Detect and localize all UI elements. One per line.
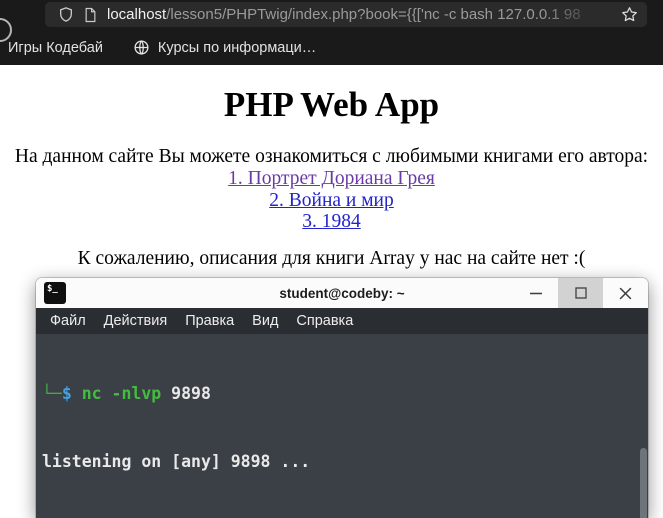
- bookmarks-bar: Игры Кодебай Курсы по информаци…: [0, 30, 663, 65]
- no-description-message: К сожалению, описания для книги Array у …: [77, 247, 586, 269]
- bookmark-label: Курсы по информаци…: [157, 39, 317, 56]
- menu-edit[interactable]: Правка: [176, 313, 243, 329]
- prompt-symbol: $: [61, 384, 72, 403]
- book-links: 1. Портрет Дориана Грея 2. Война и мир 3…: [0, 168, 663, 233]
- terminal-output-area[interactable]: └─$ nc -nlvp 9898 listening on [any] 989…: [36, 334, 648, 518]
- minimize-icon: [529, 292, 542, 295]
- bookmark-item-games[interactable]: Игры Кодебай: [8, 40, 103, 56]
- close-button[interactable]: [603, 278, 648, 308]
- page-title: PHP Web App: [223, 85, 440, 124]
- terminal-scrollbar-thumb[interactable]: [640, 448, 647, 518]
- minimize-button[interactable]: [513, 278, 558, 308]
- terminal-prompt-line: └─$ nc -nlvp 9898: [42, 383, 648, 406]
- book-link-3[interactable]: 3. 1984: [0, 211, 663, 233]
- url-path: /lesson5/PHPTwig/index.php?book={{['nc -…: [166, 6, 581, 23]
- close-icon: [619, 287, 632, 299]
- terminal-line: listening on [any] 9898 ...: [42, 451, 311, 471]
- menu-actions[interactable]: Действия: [95, 313, 177, 329]
- maximize-icon: [574, 287, 587, 299]
- page-info-icon[interactable]: [84, 7, 97, 23]
- bookmark-label: Игры Кодебай: [8, 39, 103, 56]
- menu-file[interactable]: Файл: [41, 313, 95, 329]
- maximize-button[interactable]: [558, 278, 603, 308]
- book-link-1[interactable]: 1. Портрет Дориана Грея: [0, 168, 663, 190]
- prompt-arg: 9898: [161, 384, 211, 403]
- prompt-frame: └─: [42, 384, 62, 403]
- terminal-window: $_ student@codeby: ~ Файл Действия Правк…: [36, 278, 648, 518]
- prompt-command: nc -nlvp: [71, 384, 162, 403]
- window-controls: [513, 278, 648, 308]
- globe-icon: [134, 40, 149, 55]
- bookmark-item-courses[interactable]: Курсы по информаци…: [133, 39, 316, 56]
- terminal-menubar: Файл Действия Правка Вид Справка: [36, 308, 648, 334]
- menu-view[interactable]: Вид: [243, 313, 287, 329]
- url-host: localhost: [107, 6, 167, 23]
- browser-chrome: localhost/lesson5/PHPTwig/index.php?book…: [0, 0, 663, 65]
- address-bar[interactable]: localhost/lesson5/PHPTwig/index.php?book…: [45, 2, 647, 27]
- menu-help[interactable]: Справка: [287, 313, 362, 329]
- book-link-2[interactable]: 2. Война и мир: [0, 190, 663, 212]
- bookmark-star-icon[interactable]: [621, 6, 638, 23]
- terminal-titlebar[interactable]: $_ student@codeby: ~: [36, 278, 648, 308]
- intro-text: На данном сайте Вы можете ознакомиться с…: [14, 146, 649, 167]
- terminal-app-icon: $_: [44, 282, 66, 304]
- url-text[interactable]: localhost/lesson5/PHPTwig/index.php?book…: [107, 6, 611, 23]
- shield-icon[interactable]: [58, 6, 74, 23]
